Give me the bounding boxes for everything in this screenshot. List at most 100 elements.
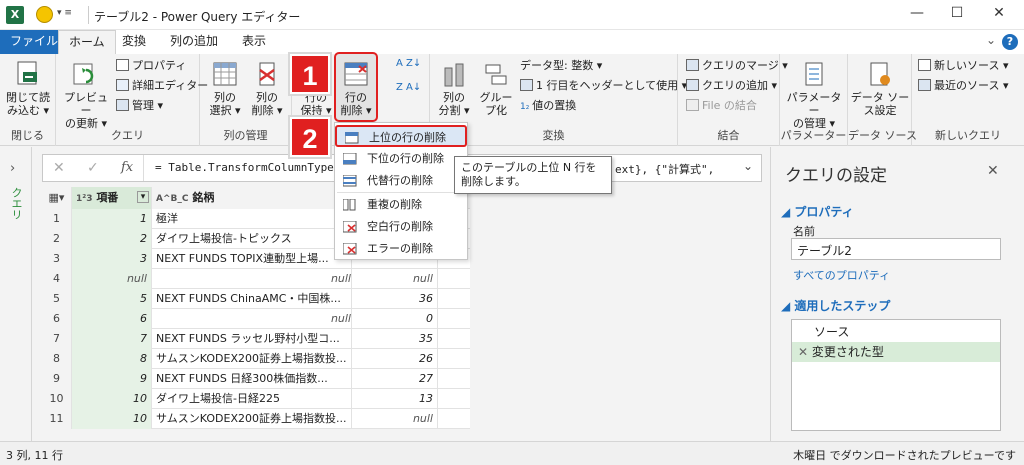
integer-type-icon[interactable]: 1²3 bbox=[76, 194, 92, 204]
menu-item-remove-alternate-rows[interactable]: 代替行の削除 bbox=[335, 170, 467, 192]
minimize-button[interactable]: — bbox=[902, 5, 932, 21]
qat-dropdown-icon[interactable]: ▾ ≡ bbox=[57, 8, 72, 18]
menu-item-remove-top-rows[interactable]: 上位の行の削除 bbox=[335, 125, 467, 147]
table-row[interactable]: 6 6 null 0 bbox=[42, 309, 470, 329]
tab-transform[interactable]: 変換 bbox=[112, 30, 156, 54]
group-by-button[interactable]: グルー プ化 bbox=[476, 60, 516, 117]
cell-col1[interactable]: 2 bbox=[72, 229, 152, 249]
replace-values-button[interactable]: 1₂ 値の置換 bbox=[520, 98, 576, 115]
refresh-preview-button[interactable]: プレビュー の更新 ▾ bbox=[60, 60, 112, 130]
cell-col1[interactable]: 10 bbox=[72, 389, 152, 409]
cell-col3[interactable]: null bbox=[352, 409, 438, 429]
table-row[interactable]: 11 10 サムスンKODEX200証券上場指数投... null bbox=[42, 409, 470, 429]
table-row[interactable]: 7 7 NEXT FUNDS ラッセル野村小型コ... 35 bbox=[42, 329, 470, 349]
all-properties-link[interactable]: すべてのプロパティ bbox=[793, 267, 890, 283]
cell-col1[interactable]: 1 bbox=[72, 209, 152, 229]
menu-item-remove-bottom-rows[interactable]: 下位の行の削除 bbox=[335, 148, 467, 170]
close-and-load-button[interactable]: 閉じて読 み込む ▾ bbox=[4, 60, 52, 117]
tab-add-column[interactable]: 列の追加 bbox=[160, 30, 228, 54]
tab-home[interactable]: ホーム bbox=[58, 30, 116, 54]
menu-item-remove-duplicates[interactable]: 重複の削除 bbox=[335, 194, 467, 216]
row-number[interactable]: 11 bbox=[42, 409, 72, 429]
data-type-select[interactable]: データ型: 整数 ▾ bbox=[520, 58, 602, 74]
manage-parameters-button[interactable]: パラメーター の管理 ▾ bbox=[782, 60, 846, 130]
delete-step-icon[interactable]: ✕ bbox=[798, 345, 812, 359]
row-number[interactable]: 8 bbox=[42, 349, 72, 369]
cell-col3[interactable]: 26 bbox=[352, 349, 438, 369]
cell-col2[interactable]: null bbox=[152, 309, 352, 329]
tab-view[interactable]: 表示 bbox=[232, 30, 276, 54]
expand-pane-icon[interactable]: › bbox=[10, 161, 15, 176]
new-source-button[interactable]: 新しいソース ▾ bbox=[918, 58, 1008, 74]
maximize-button[interactable]: ☐ bbox=[942, 5, 972, 21]
row-number[interactable]: 3 bbox=[42, 249, 72, 269]
combine-files-button[interactable]: File の結合 bbox=[686, 98, 757, 114]
menu-item-remove-blank-rows[interactable]: 空白行の削除 bbox=[335, 216, 467, 238]
choose-columns-button[interactable]: 列の 選択 ▾ bbox=[206, 60, 244, 117]
applied-steps-heading[interactable]: ◢ 適用したステップ bbox=[781, 297, 890, 314]
column-header-col1[interactable]: 1²3 項番 ▾ bbox=[72, 187, 152, 209]
sort-descending-button[interactable]: Z A↓ bbox=[396, 82, 421, 93]
cell-col2[interactable]: 極洋 bbox=[152, 209, 352, 229]
remove-rows-button[interactable]: 行の 削除 ▾ bbox=[334, 52, 378, 122]
step-item-source[interactable]: ソース bbox=[792, 322, 1000, 342]
table-row[interactable]: 9 9 NEXT FUNDS 日経300株価指数... 27 bbox=[42, 369, 470, 389]
cell-col3[interactable]: 0 bbox=[352, 309, 438, 329]
collapse-ribbon-icon[interactable]: ⌄ bbox=[986, 33, 996, 47]
close-button[interactable]: ✕ bbox=[984, 5, 1014, 21]
table-row[interactable]: 5 5 NEXT FUNDS ChinaAMC・中国株... 36 bbox=[42, 289, 470, 309]
split-column-button[interactable]: 列の 分割 ▾ bbox=[436, 60, 472, 117]
cell-col2[interactable]: サムスンKODEX200証券上場指数投... bbox=[152, 349, 352, 369]
table-row[interactable]: 4 null null null bbox=[42, 269, 470, 289]
cell-col3[interactable]: 35 bbox=[352, 329, 438, 349]
manage-button[interactable]: 管理 ▾ bbox=[116, 98, 163, 114]
query-name-input[interactable]: テーブル2 bbox=[791, 238, 1001, 260]
cell-col1[interactable]: 5 bbox=[72, 289, 152, 309]
help-icon[interactable]: ? bbox=[1002, 34, 1018, 50]
sort-ascending-button[interactable]: A Z↓ bbox=[396, 58, 421, 69]
menu-item-remove-errors[interactable]: エラーの削除 bbox=[335, 238, 467, 260]
feedback-smile-icon[interactable] bbox=[36, 6, 53, 23]
cancel-formula-icon[interactable]: ✕ bbox=[53, 160, 65, 176]
remove-columns-button[interactable]: 列の 削除 ▾ bbox=[248, 60, 286, 117]
cell-col1[interactable]: 3 bbox=[72, 249, 152, 269]
table-row[interactable]: 8 8 サムスンKODEX200証券上場指数投... 26 bbox=[42, 349, 470, 369]
cell-col2[interactable]: NEXT FUNDS ラッセル野村小型コ... bbox=[152, 329, 352, 349]
cell-col1[interactable]: null bbox=[72, 269, 152, 289]
cell-col3[interactable]: null bbox=[352, 269, 438, 289]
row-number[interactable]: 2 bbox=[42, 229, 72, 249]
row-number[interactable]: 6 bbox=[42, 309, 72, 329]
use-first-row-header-button[interactable]: 1 行目をヘッダーとして使用 ▾ bbox=[520, 78, 687, 94]
append-queries-button[interactable]: クエリの追加 ▾ bbox=[686, 78, 777, 94]
properties-heading[interactable]: ◢ プロパティ bbox=[781, 203, 854, 220]
expand-formula-icon[interactable]: ⌄ bbox=[743, 159, 753, 173]
cell-col2[interactable]: サムスンKODEX200証券上場指数投... bbox=[152, 409, 352, 429]
cell-col2[interactable]: ダイワ上場投信-日経225 bbox=[152, 389, 352, 409]
queries-pane-collapsed[interactable]: › クエリ bbox=[0, 147, 32, 441]
advanced-editor-button[interactable]: 詳細エディター bbox=[116, 78, 208, 94]
table-menu-icon[interactable]: ▦▾ bbox=[42, 187, 72, 209]
row-number[interactable]: 9 bbox=[42, 369, 72, 389]
filter-dropdown-icon[interactable]: ▾ bbox=[137, 191, 149, 203]
cell-col1[interactable]: 7 bbox=[72, 329, 152, 349]
row-number[interactable]: 7 bbox=[42, 329, 72, 349]
cell-col2[interactable]: NEXT FUNDS ChinaAMC・中国株... bbox=[152, 289, 352, 309]
cell-col3[interactable]: 27 bbox=[352, 369, 438, 389]
cell-col2[interactable]: null bbox=[152, 269, 352, 289]
cell-col3[interactable]: 36 bbox=[352, 289, 438, 309]
cell-col2[interactable]: NEXT FUNDS TOPIX連動型上場... bbox=[152, 249, 352, 269]
table-row[interactable]: 10 10 ダイワ上場投信-日経225 13 bbox=[42, 389, 470, 409]
step-item-changed-type[interactable]: ✕ 変更された型 bbox=[792, 342, 1000, 362]
commit-formula-icon[interactable]: ✓ bbox=[87, 160, 99, 176]
cell-col2[interactable]: NEXT FUNDS 日経300株価指数... bbox=[152, 369, 352, 389]
merge-queries-button[interactable]: クエリのマージ ▾ bbox=[686, 58, 788, 74]
cell-col2[interactable]: ダイワ上場投信-トピックス bbox=[152, 229, 352, 249]
data-source-settings-button[interactable]: データ ソー ス設定 bbox=[850, 60, 910, 117]
cell-col1[interactable]: 10 bbox=[72, 409, 152, 429]
close-pane-icon[interactable]: ✕ bbox=[987, 163, 999, 179]
text-type-icon[interactable]: A^B_C bbox=[156, 194, 188, 204]
row-number[interactable]: 4 bbox=[42, 269, 72, 289]
cell-col1[interactable]: 6 bbox=[72, 309, 152, 329]
properties-button[interactable]: プロパティ bbox=[116, 58, 186, 74]
cell-col3[interactable]: 13 bbox=[352, 389, 438, 409]
